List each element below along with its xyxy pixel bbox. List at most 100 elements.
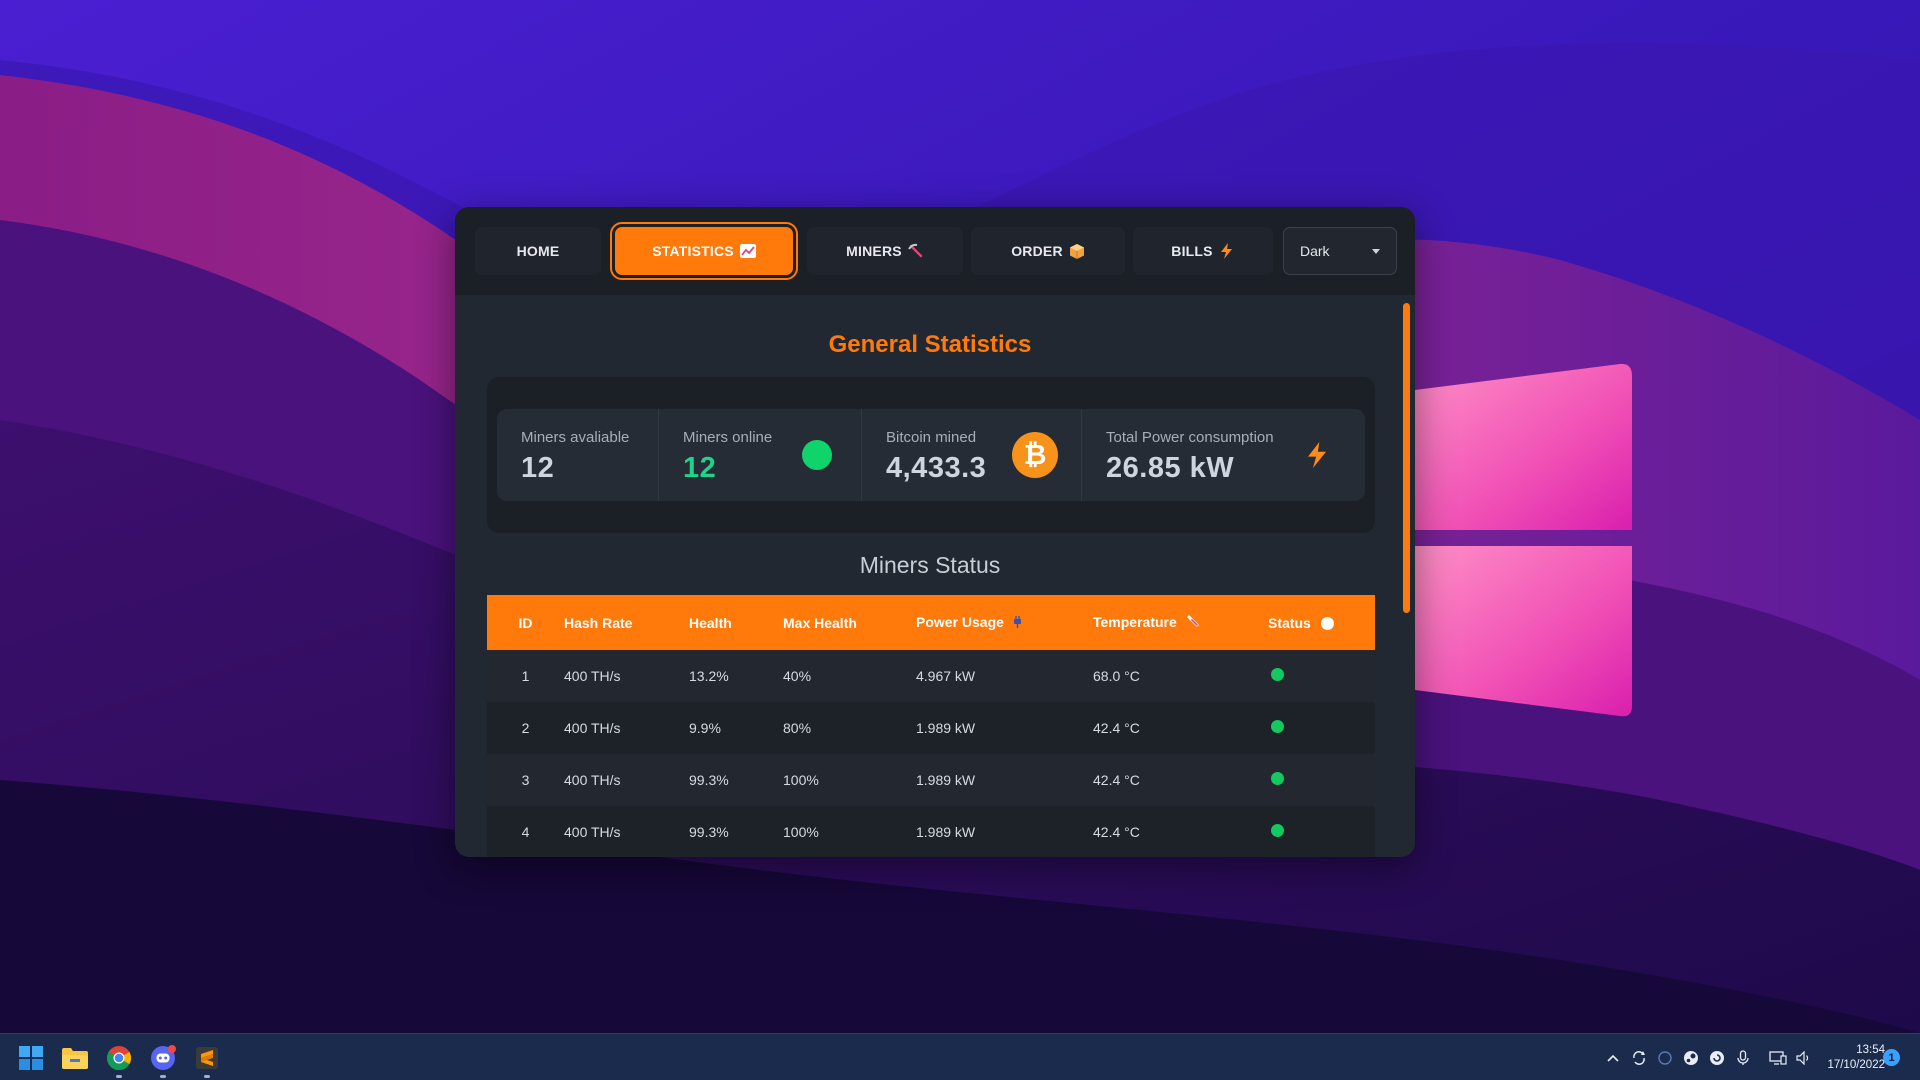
stat-total-power: Total Power consumption 26.85 kW	[1082, 409, 1365, 501]
tab-statistics[interactable]: STATISTICS	[610, 222, 798, 280]
stat-value: 12	[521, 452, 555, 484]
cell-temperature: 42.4 °C	[1093, 772, 1140, 788]
top-navbar: HOME STATISTICS MINERS ORDER BILLS Dark	[455, 207, 1415, 295]
stat-value: 12	[683, 452, 717, 484]
monitor-network-icon[interactable]	[1768, 1048, 1788, 1068]
steam-icon[interactable]	[1681, 1048, 1701, 1068]
cell-power-usage: 1.989 kW	[916, 772, 976, 788]
tab-miners-label: MINERS	[846, 243, 902, 259]
system-tray	[1600, 1034, 1817, 1080]
tab-miners[interactable]: MINERS	[807, 227, 963, 275]
col-hash-rate: Hash Rate	[564, 614, 633, 631]
cell-id: 2	[521, 720, 530, 736]
chart-icon	[739, 243, 756, 259]
tab-home[interactable]: HOME	[475, 227, 601, 275]
package-icon	[1069, 243, 1085, 259]
start-icon[interactable]	[14, 1041, 48, 1075]
miners-status-title: Miners Status	[859, 552, 1001, 578]
cell-hash-rate: 400 TH/s	[564, 720, 621, 736]
plug-icon	[1013, 615, 1022, 631]
stat-label: Miners avaliable	[521, 429, 630, 446]
cell-max-health: 100%	[783, 824, 819, 840]
lightning-icon	[1219, 243, 1235, 259]
cell-health: 99.3%	[689, 824, 729, 840]
col-power-usage-label: Power Usage	[916, 613, 1004, 630]
tab-order-label: ORDER	[1011, 243, 1063, 259]
cell-power-usage: 4.967 kW	[916, 668, 976, 684]
table-header-row: ID Hash Rate Health Max Health Power Usa…	[487, 595, 1375, 650]
cell-temperature: 68.0 °C	[1093, 668, 1140, 684]
tab-order[interactable]: ORDER	[971, 227, 1125, 275]
cell-status	[1268, 754, 1375, 806]
cell-status	[1268, 650, 1375, 702]
cell-status	[1268, 702, 1375, 754]
tab-bills-label: BILLS	[1171, 243, 1213, 259]
tab-statistics-label: STATISTICS	[652, 243, 734, 259]
cell-id: 4	[521, 824, 530, 840]
col-max-health: Max Health	[783, 614, 857, 631]
notification-badge[interactable]: 1	[1883, 1049, 1900, 1066]
refresh-app-icon[interactable]	[1707, 1048, 1727, 1068]
tab-bills[interactable]: BILLS	[1133, 227, 1273, 275]
online-status-icon	[1271, 720, 1284, 733]
cell-health: 99.3%	[689, 772, 729, 788]
sublime-text-icon[interactable]	[190, 1041, 224, 1078]
taskbar-clock[interactable]: 13:54 17/10/2022	[1795, 1043, 1885, 1073]
cell-id: 1	[521, 668, 530, 684]
miners-status-table: ID Hash Rate Health Max Health Power Usa…	[487, 595, 1375, 857]
cell-status	[1268, 806, 1375, 857]
bitcoin-icon: ₿	[1012, 432, 1058, 478]
online-dot-icon	[802, 440, 832, 470]
stats-row: Miners avaliable 12 Miners online 12 Bit…	[497, 409, 1365, 501]
chevron-down-icon	[1372, 248, 1380, 254]
col-id: ID	[518, 614, 533, 631]
running-indicator	[204, 1075, 210, 1078]
stat-label: Total Power consumption	[1106, 429, 1274, 446]
theme-select[interactable]: Dark	[1283, 227, 1397, 275]
online-status-icon	[1271, 668, 1284, 681]
running-indicator	[116, 1075, 122, 1078]
theme-select-value: Dark	[1300, 243, 1330, 259]
general-statistics-title: General Statistics	[828, 331, 1032, 358]
lightning-icon	[1308, 440, 1326, 470]
cell-id: 3	[521, 772, 530, 788]
network-status-icon[interactable]	[1655, 1048, 1675, 1068]
col-power-usage: Power Usage	[916, 595, 1093, 650]
microphone-icon[interactable]	[1733, 1048, 1753, 1068]
cell-health: 9.9%	[689, 720, 721, 736]
discord-icon[interactable]	[146, 1041, 180, 1078]
cell-hash-rate: 400 TH/s	[564, 824, 621, 840]
status-dot-icon	[1320, 616, 1334, 630]
col-status: Status	[1268, 595, 1375, 650]
cell-power-usage: 1.989 kW	[916, 720, 976, 736]
statistics-page: General Statistics Miners avaliable 12 M…	[455, 295, 1415, 857]
col-temperature: Temperature	[1093, 595, 1268, 650]
stat-value: 26.85 kW	[1106, 452, 1235, 484]
running-indicator	[160, 1075, 166, 1078]
table-row[interactable]: 1 400 TH/s 13.2% 40% 4.967 kW 68.0 °C	[487, 650, 1375, 702]
clock-time: 13:54	[1856, 1044, 1885, 1056]
sync-icon[interactable]	[1629, 1048, 1649, 1068]
table-row[interactable]: 3 400 TH/s 99.3% 100% 1.989 kW 42.4 °C	[487, 754, 1375, 806]
app-window: HOME STATISTICS MINERS ORDER BILLS Dark …	[455, 207, 1415, 857]
stat-label: Miners online	[683, 429, 773, 446]
cell-health: 13.2%	[689, 668, 729, 684]
thermometer-icon	[1186, 614, 1200, 631]
cell-hash-rate: 400 TH/s	[564, 668, 621, 684]
stat-miners-online: Miners online 12	[659, 409, 862, 501]
cell-max-health: 80%	[783, 720, 812, 736]
table-row[interactable]: 4 400 TH/s 99.3% 100% 1.989 kW 42.4 °C	[487, 806, 1375, 857]
taskbar: 13:54 17/10/2022 1	[0, 1033, 1920, 1080]
cell-max-health: 40%	[783, 668, 812, 684]
chevron-up-icon[interactable]	[1603, 1048, 1623, 1068]
cell-temperature: 42.4 °C	[1093, 720, 1140, 736]
table-row[interactable]: 2 400 TH/s 9.9% 80% 1.989 kW 42.4 °C	[487, 702, 1375, 754]
chrome-icon[interactable]	[102, 1041, 136, 1078]
cell-max-health: 100%	[783, 772, 819, 788]
col-temperature-label: Temperature	[1093, 613, 1177, 630]
col-health: Health	[689, 614, 732, 631]
file-explorer-icon[interactable]	[58, 1041, 92, 1075]
pickaxe-icon	[907, 243, 924, 259]
online-status-icon	[1271, 772, 1284, 785]
cell-hash-rate: 400 TH/s	[564, 772, 621, 788]
